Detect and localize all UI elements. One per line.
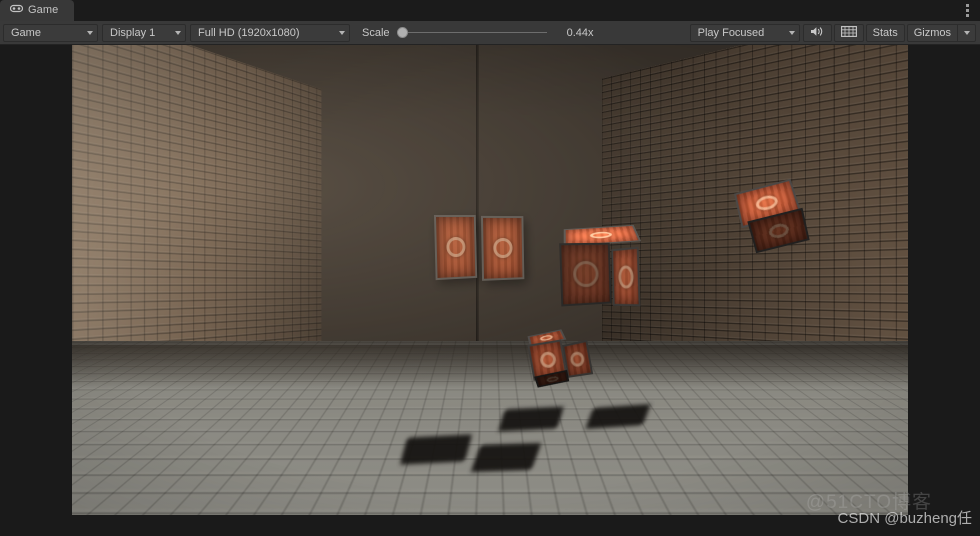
shadow-quad — [399, 434, 473, 465]
crate-ring-icon — [446, 236, 466, 258]
gizmos-dropdown-button[interactable] — [958, 25, 975, 41]
crate-face-right — [611, 246, 641, 307]
shadow-quad — [498, 406, 564, 432]
chevron-down-icon — [175, 30, 181, 35]
crate-lower — [526, 323, 599, 393]
gizmos-control: Gizmos — [906, 23, 976, 42]
crate-wall-panel-right — [480, 215, 525, 281]
floor-clip — [72, 341, 908, 515]
window-tab-bar: Game — [0, 0, 980, 21]
scale-slider[interactable] — [396, 26, 547, 40]
game-view-toolbar: Game Display 1 Full HD (1920x1080) Scale… — [0, 21, 980, 45]
game-view-backdrop[interactable]: @51CTO博客 CSDN @buzheng任 — [0, 45, 980, 536]
crate-ring-icon — [617, 265, 634, 289]
stats-button[interactable]: Stats — [865, 23, 905, 42]
play-mode-label: Play Focused — [697, 26, 765, 39]
tab-game-label: Game — [28, 4, 59, 16]
crate-center — [558, 219, 644, 311]
crate-ring-icon — [754, 193, 780, 213]
gamepad-icon — [9, 0, 24, 21]
display-selector-dropdown[interactable]: Display 1 — [102, 23, 186, 42]
crate-wall-panel-left — [434, 214, 478, 281]
resolution-selector-dropdown[interactable]: Full HD (1920x1080) — [190, 23, 350, 42]
chevron-down-icon — [87, 30, 93, 35]
display-selector-label: Display 1 — [110, 26, 156, 39]
crate-ring-icon — [538, 350, 557, 370]
scale-control: Scale 0.44x — [362, 26, 594, 40]
crate-ring-icon — [493, 237, 513, 259]
grid-frame-icon — [840, 25, 857, 40]
crate-ring-icon — [767, 221, 791, 240]
tab-game[interactable]: Game — [0, 0, 74, 21]
gizmos-button[interactable]: Gizmos — [908, 25, 957, 41]
play-mode-dropdown[interactable]: Play Focused — [689, 23, 800, 42]
crate-face-front — [559, 242, 612, 307]
chevron-down-icon — [788, 30, 795, 35]
floor-tiles — [72, 341, 908, 515]
scale-slider-track — [402, 32, 547, 33]
scene-room — [72, 45, 908, 515]
shadow-quad — [470, 442, 542, 473]
chevron-down-icon — [963, 30, 970, 35]
scale-slider-knob[interactable] — [396, 27, 408, 38]
wall-corner-seam — [476, 45, 479, 365]
game-render-surface[interactable] — [72, 45, 908, 515]
aspect-frame-button[interactable] — [833, 23, 864, 42]
speaker-icon — [810, 26, 825, 40]
crate-ring-icon — [569, 350, 586, 368]
gizmos-label: Gizmos — [913, 26, 951, 39]
view-selector-dropdown[interactable]: Game — [3, 23, 98, 42]
scale-label: Scale — [362, 26, 390, 39]
scale-value-label: 0.44x — [566, 26, 594, 39]
unity-game-window: Game Game Display 1 Full HD (1920x1080) … — [0, 0, 980, 536]
view-selector-label: Game — [11, 26, 41, 39]
crate-ring-icon — [572, 260, 599, 288]
kebab-menu-icon[interactable] — [954, 0, 980, 21]
crate-ring-icon — [545, 375, 559, 383]
crate-ring-icon — [589, 231, 613, 239]
mute-audio-button[interactable] — [802, 23, 832, 42]
tab-bar-spacer — [74, 0, 954, 21]
resolution-selector-label: Full HD (1920x1080) — [198, 26, 300, 39]
chevron-down-icon — [339, 30, 345, 35]
stats-label: Stats — [872, 26, 898, 39]
